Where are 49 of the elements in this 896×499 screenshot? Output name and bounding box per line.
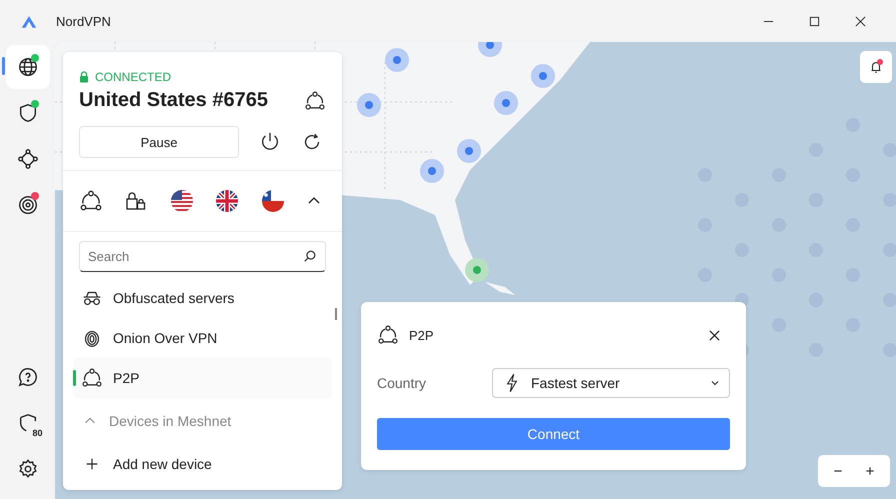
threat-protection-button[interactable]: 80 <box>12 408 42 438</box>
server-pin[interactable] <box>457 139 481 163</box>
server-category-item[interactable]: P2P <box>73 358 332 398</box>
maximize-icon[interactable] <box>809 16 820 26</box>
zoom-out-button[interactable]: − <box>822 455 854 487</box>
server-pin[interactable] <box>478 42 502 57</box>
server-pin[interactable] <box>385 48 409 72</box>
lock-icon <box>79 71 89 83</box>
server-name: United States #6765 <box>79 89 268 112</box>
dropdown-value: Fastest server <box>531 375 621 391</box>
pause-button[interactable]: Pause <box>79 126 239 158</box>
server-category-item[interactable]: Obfuscated servers <box>73 278 332 318</box>
server-category-item[interactable]: Onion Over VPN <box>73 318 332 358</box>
settings-icon[interactable] <box>16 458 38 480</box>
server-pin[interactable] <box>420 159 444 183</box>
meshnet-section-toggle[interactable]: Devices in Meshnet <box>73 398 332 444</box>
window-title: NordVPN <box>56 14 111 28</box>
p2p-icon <box>304 90 326 112</box>
meshnet-icon <box>16 148 38 170</box>
server-pin[interactable] <box>494 91 518 115</box>
logo-icon <box>20 14 38 28</box>
p2p-icon <box>81 367 103 389</box>
p2p-icon <box>377 324 399 346</box>
add-device-item[interactable]: Add new device <box>73 444 332 484</box>
close-icon[interactable] <box>709 330 720 340</box>
search-field[interactable]: Search <box>79 241 326 272</box>
zoom-in-button[interactable]: + <box>854 455 886 487</box>
plus-icon <box>85 457 99 471</box>
help-icon[interactable] <box>16 366 38 388</box>
target-icon <box>16 194 38 216</box>
notifications-button[interactable] <box>860 51 892 83</box>
bell-icon <box>869 60 883 74</box>
popup-title: P2P <box>409 328 435 342</box>
server-pin[interactable] <box>531 64 555 88</box>
country-label: Country <box>377 375 426 391</box>
chile-flag-icon[interactable] <box>260 189 285 213</box>
threat-count: 80 <box>32 428 42 438</box>
server-pin[interactable] <box>357 93 381 117</box>
scrollbar-thumb[interactable] <box>335 308 337 320</box>
search-icon <box>303 249 317 263</box>
uk-flag-icon[interactable] <box>215 189 240 213</box>
close-icon[interactable] <box>855 16 866 26</box>
country-dropdown[interactable]: Fastest server <box>492 368 730 398</box>
p2p-icon[interactable] <box>79 189 103 213</box>
connection-status: CONNECTED <box>95 70 172 84</box>
section-label: Devices in Meshnet <box>109 413 232 429</box>
globe-icon <box>16 56 38 78</box>
lightning-icon <box>505 372 519 394</box>
us-flag-icon[interactable] <box>170 189 194 213</box>
